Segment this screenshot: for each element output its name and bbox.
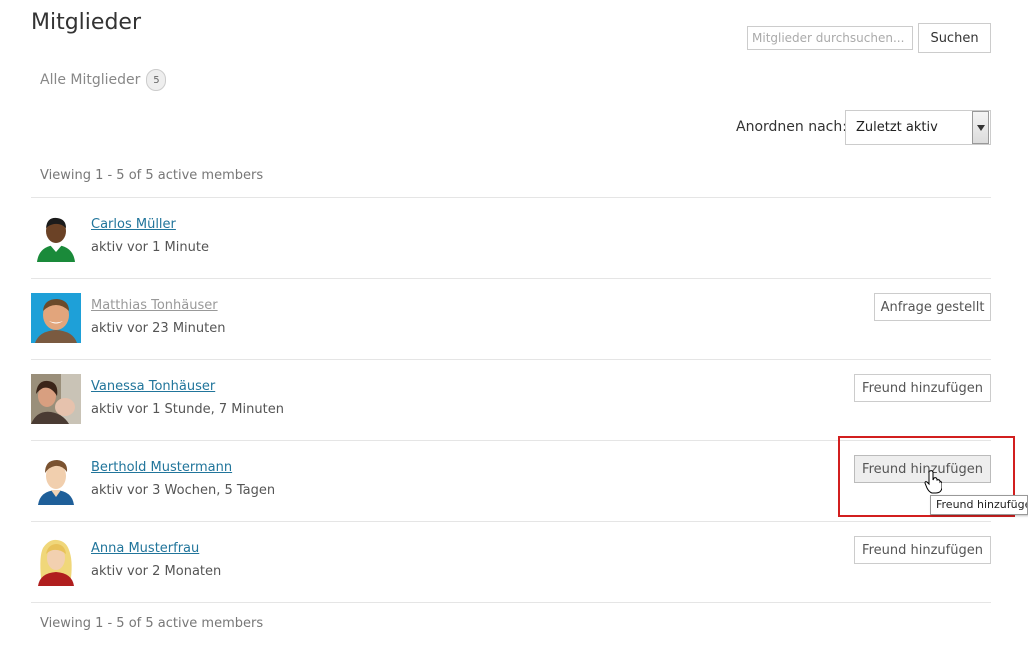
hand-cursor-icon — [924, 470, 942, 494]
member-item: Vanessa Tonhäuser aktiv vor 1 Stunde, 7 … — [31, 360, 991, 440]
member-name-link[interactable]: Berthold Mustermann — [91, 460, 232, 475]
order-by-label: Anordnen nach: — [736, 119, 847, 135]
page-title: Mitglieder — [31, 10, 141, 35]
member-last-active: aktiv vor 2 Monaten — [91, 564, 222, 579]
avatar[interactable] — [31, 536, 81, 586]
person-avatar-icon — [31, 536, 81, 586]
chevron-down-icon[interactable] — [972, 111, 989, 144]
member-last-active: aktiv vor 1 Minute — [91, 240, 209, 255]
member-name-link[interactable]: Anna Musterfrau — [91, 541, 199, 556]
order-by-select[interactable]: Zuletzt aktiv — [845, 110, 991, 145]
avatar[interactable] — [31, 374, 81, 424]
tooltip: Freund hinzufügen — [930, 495, 1028, 515]
member-item: Anna Musterfrau aktiv vor 2 Monaten Freu… — [31, 522, 991, 602]
person-photo-icon — [31, 374, 81, 424]
person-avatar-icon — [31, 455, 81, 505]
member-last-active: aktiv vor 1 Stunde, 7 Minuten — [91, 402, 284, 417]
order-by-selected-value: Zuletzt aktiv — [856, 120, 938, 135]
member-last-active: aktiv vor 23 Minuten — [91, 321, 226, 336]
search-button[interactable]: Suchen — [918, 23, 991, 53]
tab-all-members[interactable]: Alle Mitglieder 5 — [40, 69, 167, 91]
member-last-active: aktiv vor 3 Wochen, 5 Tagen — [91, 483, 276, 498]
avatar[interactable] — [31, 293, 81, 343]
add-friend-button[interactable]: Freund hinzufügen — [854, 536, 991, 564]
member-name-link[interactable]: Vanessa Tonhäuser — [91, 379, 215, 394]
member-name-link[interactable]: Matthias Tonhäuser — [91, 298, 218, 313]
person-avatar-icon — [31, 212, 81, 262]
member-item: Carlos Müller aktiv vor 1 Minute — [31, 198, 991, 278]
avatar[interactable] — [31, 455, 81, 505]
member-item: Matthias Tonhäuser aktiv vor 23 Minuten … — [31, 279, 991, 359]
avatar[interactable] — [31, 212, 81, 262]
tab-all-members-label: Alle Mitglieder — [40, 72, 141, 88]
member-name-link[interactable]: Carlos Müller — [91, 217, 176, 232]
friend-request-sent-button[interactable]: Anfrage gestellt — [874, 293, 991, 321]
member-count-badge: 5 — [146, 69, 167, 91]
search-input[interactable] — [747, 26, 913, 50]
add-friend-button[interactable]: Freund hinzufügen — [854, 374, 991, 402]
pagination-count-top: Viewing 1 - 5 of 5 active members — [40, 168, 264, 183]
divider — [31, 602, 991, 603]
pagination-count-bottom: Viewing 1 - 5 of 5 active members — [40, 616, 264, 631]
person-photo-icon — [31, 293, 81, 343]
